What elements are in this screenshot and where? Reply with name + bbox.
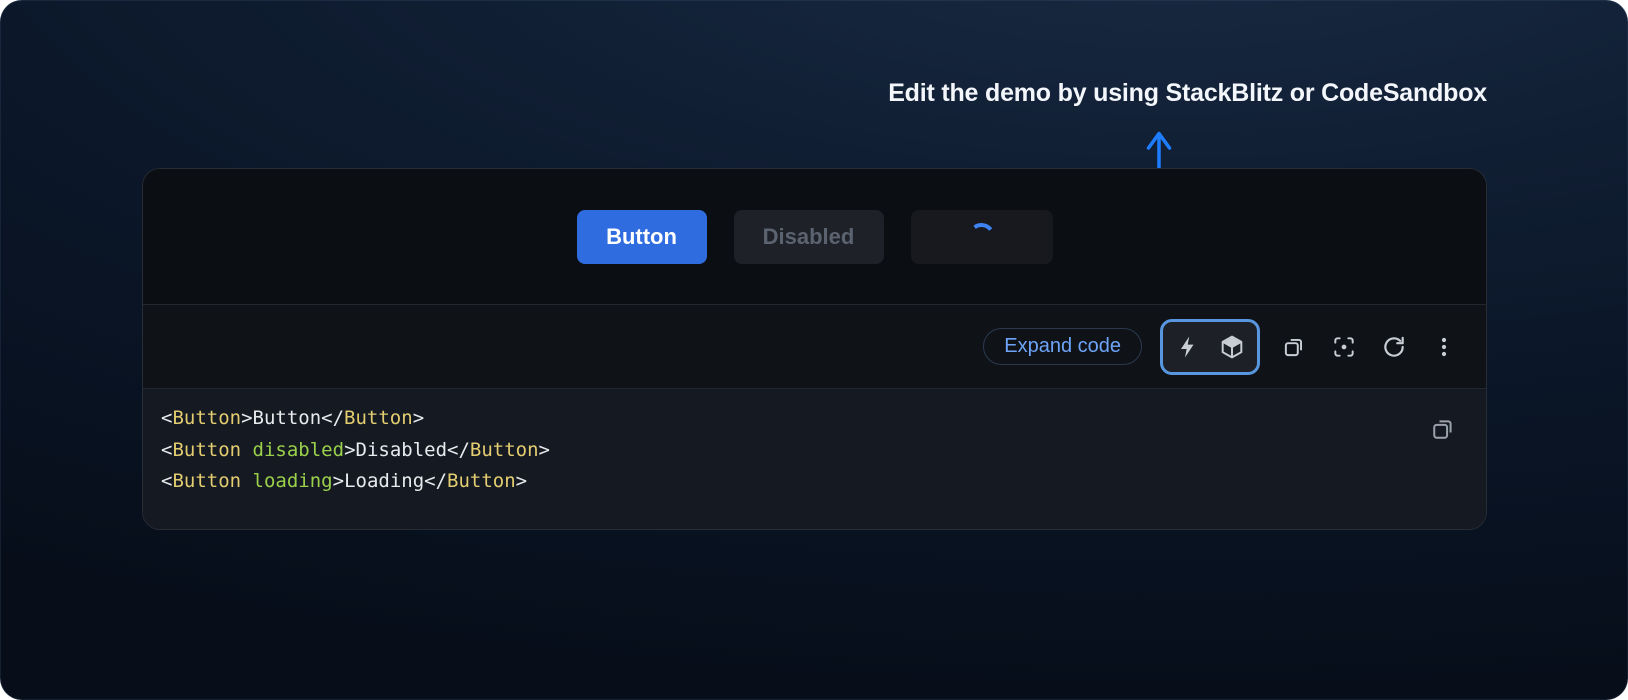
- expand-code-button[interactable]: Expand code: [983, 328, 1142, 365]
- code-line: <Button>Button</Button>: [161, 403, 1468, 435]
- demo-preview-area: Button Disabled: [143, 169, 1486, 304]
- copy-icon: [1429, 431, 1457, 446]
- more-vertical-icon: [1432, 335, 1456, 359]
- demo-card: Button Disabled Expand code: [142, 168, 1487, 530]
- external-editors-highlight-box: [1160, 319, 1260, 375]
- stackblitz-button[interactable]: [1168, 327, 1208, 367]
- copy-icon: [1281, 334, 1307, 360]
- code-block: <Button>Button</Button><Button disabled>…: [143, 388, 1486, 529]
- demo-loading-button[interactable]: [911, 210, 1053, 264]
- demo-disabled-button: Disabled: [734, 210, 884, 264]
- screenshot-root: Edit the demo by using StackBlitz or Cod…: [0, 0, 1628, 700]
- code-lines: <Button>Button</Button><Button disabled>…: [161, 403, 1468, 498]
- loading-spinner-icon: [966, 221, 996, 251]
- code-line: <Button disabled>Disabled</Button>: [161, 435, 1468, 467]
- demo-toolbar: Expand code: [143, 304, 1486, 388]
- annotation-heading: Edit the demo by using StackBlitz or Cod…: [888, 79, 1487, 108]
- code-focus-icon: [1331, 334, 1357, 360]
- copy-snippet-button[interactable]: [1428, 415, 1458, 445]
- code-focus-button[interactable]: [1328, 327, 1360, 367]
- code-line: <Button loading>Loading</Button>: [161, 466, 1468, 498]
- codesandbox-button[interactable]: [1212, 327, 1252, 367]
- stackblitz-bolt-icon: [1176, 335, 1200, 359]
- refresh-icon: [1381, 334, 1407, 360]
- copy-code-button[interactable]: [1278, 327, 1310, 367]
- more-actions-button[interactable]: [1428, 327, 1460, 367]
- codesandbox-cube-icon: [1219, 334, 1245, 360]
- refresh-demo-button[interactable]: [1378, 327, 1410, 367]
- arrow-head: [1149, 134, 1170, 149]
- demo-primary-button[interactable]: Button: [577, 210, 707, 264]
